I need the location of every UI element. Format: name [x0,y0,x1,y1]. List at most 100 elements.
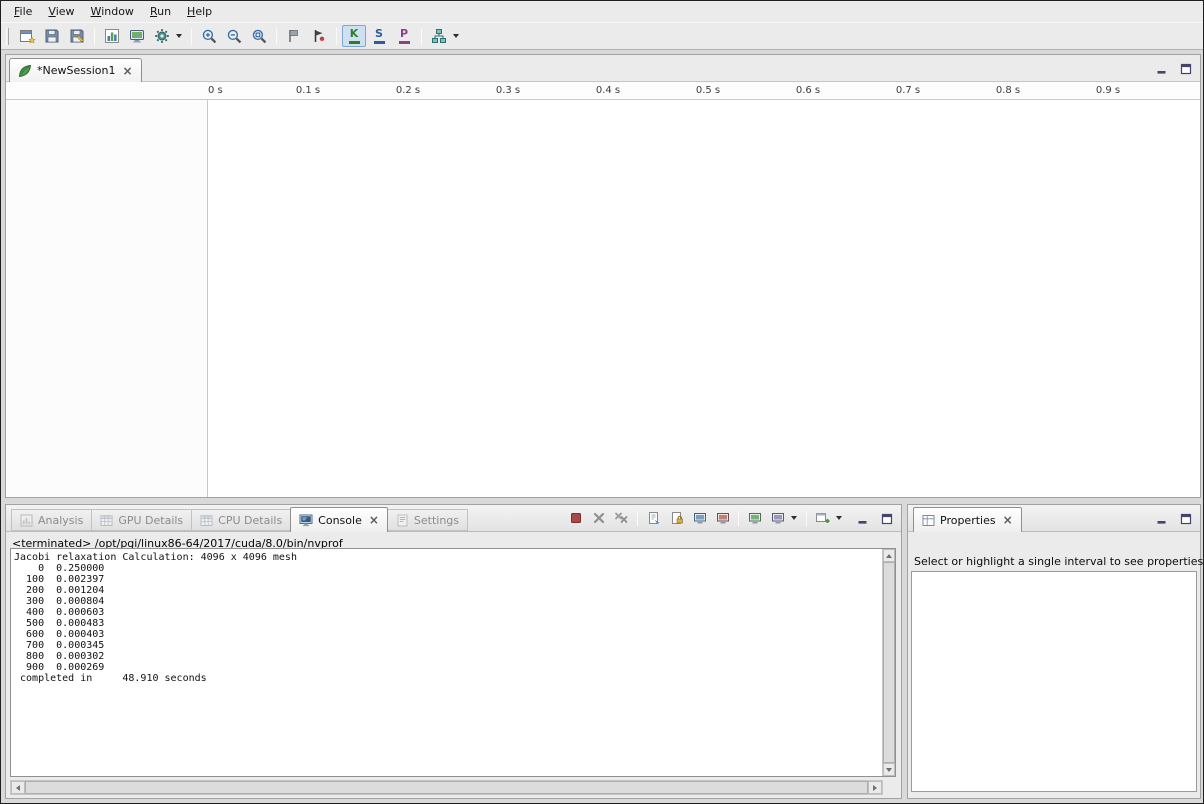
process-timeline-toggle[interactable]: P [392,25,416,47]
clear-console-icon [647,511,661,525]
save-session-as-button[interactable] [65,25,89,47]
settings-tab-icon [396,514,409,527]
console-vertical-scrollbar[interactable] [882,549,895,776]
tab-gpu-details[interactable]: GPU Details [91,509,192,531]
previous-marker-flag-icon [286,28,302,44]
horizontal-scroll-thumb[interactable] [25,781,868,794]
zoom-fit-icon [251,28,268,45]
console-pane: Analysis GPU Details CPU Details Console… [5,504,902,799]
maximize-icon [1180,513,1192,525]
tab-cpu-details-label: CPU Details [218,514,282,527]
tab-cpu-details[interactable]: CPU Details [191,509,291,531]
minimize-button[interactable] [854,511,871,526]
zoom-out-button[interactable] [222,25,246,47]
vertical-scroll-thumb[interactable] [883,562,895,763]
show-stdout-button[interactable] [689,509,710,527]
tab-analysis[interactable]: Analysis [11,509,92,531]
console-window-buttons [854,511,895,526]
session-tab[interactable]: *NewSession1 [9,58,142,82]
menu-bar: File View Window Run Help [1,1,1203,22]
session-tab-label: *NewSession1 [37,64,115,77]
timeline-canvas[interactable] [209,100,1200,497]
clear-console-button[interactable] [643,509,664,527]
console-horizontal-scrollbar[interactable] [10,780,883,795]
scroll-lock-button[interactable] [666,509,687,527]
remove-all-launches-button[interactable] [611,509,632,527]
collect-timeline-button[interactable] [125,25,149,47]
menu-run[interactable]: Run [142,2,179,21]
console-toolbar-separator [637,511,638,526]
kernel-toggle-label: K [350,28,359,40]
tab-console[interactable]: Console [290,507,388,532]
ruler-tick-label: 0.4 s [596,85,620,96]
open-console-icon [815,511,830,525]
timeline-ruler[interactable]: 0 s0.1 s0.2 s0.3 s0.4 s0.5 s0.6 s0.7 s0.… [6,82,1200,100]
open-console-dropdown-chevron[interactable] [836,516,842,520]
ruler-tick-label: 0.7 s [896,85,920,96]
scroll-left-button[interactable] [11,781,25,794]
next-marker-button[interactable] [307,25,331,47]
run-analysis-button[interactable] [150,25,174,47]
run-analysis-dropdown-chevron[interactable] [176,34,182,38]
pin-console-button[interactable] [744,509,765,527]
console-toolbar-separator [806,511,807,526]
tab-properties[interactable]: Properties [913,507,1022,532]
ruler-tick-label: 0.9 s [1096,85,1120,96]
scroll-right-button[interactable] [868,781,882,794]
zoom-out-icon [226,28,243,45]
kernel-toggle-underline [349,41,360,44]
arrow-right-icon [873,785,877,791]
maximize-button[interactable] [878,511,895,526]
profile-application-button[interactable] [100,25,124,47]
menu-view[interactable]: View [40,2,82,21]
maximize-button[interactable] [1177,511,1194,526]
scroll-lock-icon [670,511,684,525]
pin-console-icon [748,511,762,525]
maximize-button[interactable] [1177,61,1194,76]
process-toggle-label: P [400,28,408,40]
stream-timeline-toggle[interactable]: S [367,25,391,47]
display-console-icon [771,511,785,525]
properties-content-box [911,571,1197,792]
terminate-button[interactable] [565,509,586,527]
minimize-button[interactable] [1153,511,1170,526]
minimize-icon [1156,513,1168,525]
menu-file[interactable]: File [6,2,40,21]
menu-help[interactable]: Help [179,2,220,21]
remove-launch-button[interactable] [588,509,609,527]
session-leaf-icon [18,64,32,78]
timeline-content [6,100,1200,497]
console-toolbar-separator [738,511,739,526]
new-session-button[interactable] [15,25,39,47]
properties-tab-icon [922,514,935,527]
scroll-down-button[interactable] [883,763,895,776]
bottom-view-tab-strip: Analysis GPU Details CPU Details Console… [6,505,901,532]
toolbar-drag-handle[interactable] [6,28,9,45]
display-console-button[interactable] [767,509,788,527]
stdout-monitor-icon [693,511,707,525]
scroll-up-button[interactable] [883,549,895,562]
tab-properties-label: Properties [940,514,996,527]
open-console-button[interactable] [812,509,833,527]
zoom-fit-button[interactable] [247,25,271,47]
ruler-tick-label: 0 s [208,85,223,96]
console-output-text[interactable]: Jacobi relaxation Calculation: 4096 x 40… [14,552,879,774]
zoom-in-button[interactable] [197,25,221,47]
menu-window[interactable]: Window [83,2,142,21]
close-icon[interactable] [1003,515,1013,525]
cpu-details-tab-icon [200,514,213,527]
close-icon[interactable] [369,515,379,525]
ruler-tick-label: 0.1 s [296,85,320,96]
show-stderr-button[interactable] [712,509,733,527]
timeline-editor-pane: *NewSession1 0 s0.1 s0.2 s0.3 s0.4 s0.5 … [5,54,1201,498]
close-icon[interactable] [122,66,132,76]
minimize-icon [857,513,869,525]
unguided-analysis-button[interactable] [427,25,451,47]
save-session-button[interactable] [40,25,64,47]
unguided-analysis-dropdown-chevron[interactable] [453,34,459,38]
display-console-dropdown-chevron[interactable] [791,516,797,520]
kernel-timeline-toggle[interactable]: K [342,25,366,47]
tab-settings[interactable]: Settings [387,509,468,531]
minimize-button[interactable] [1153,61,1170,76]
previous-marker-button[interactable] [282,25,306,47]
